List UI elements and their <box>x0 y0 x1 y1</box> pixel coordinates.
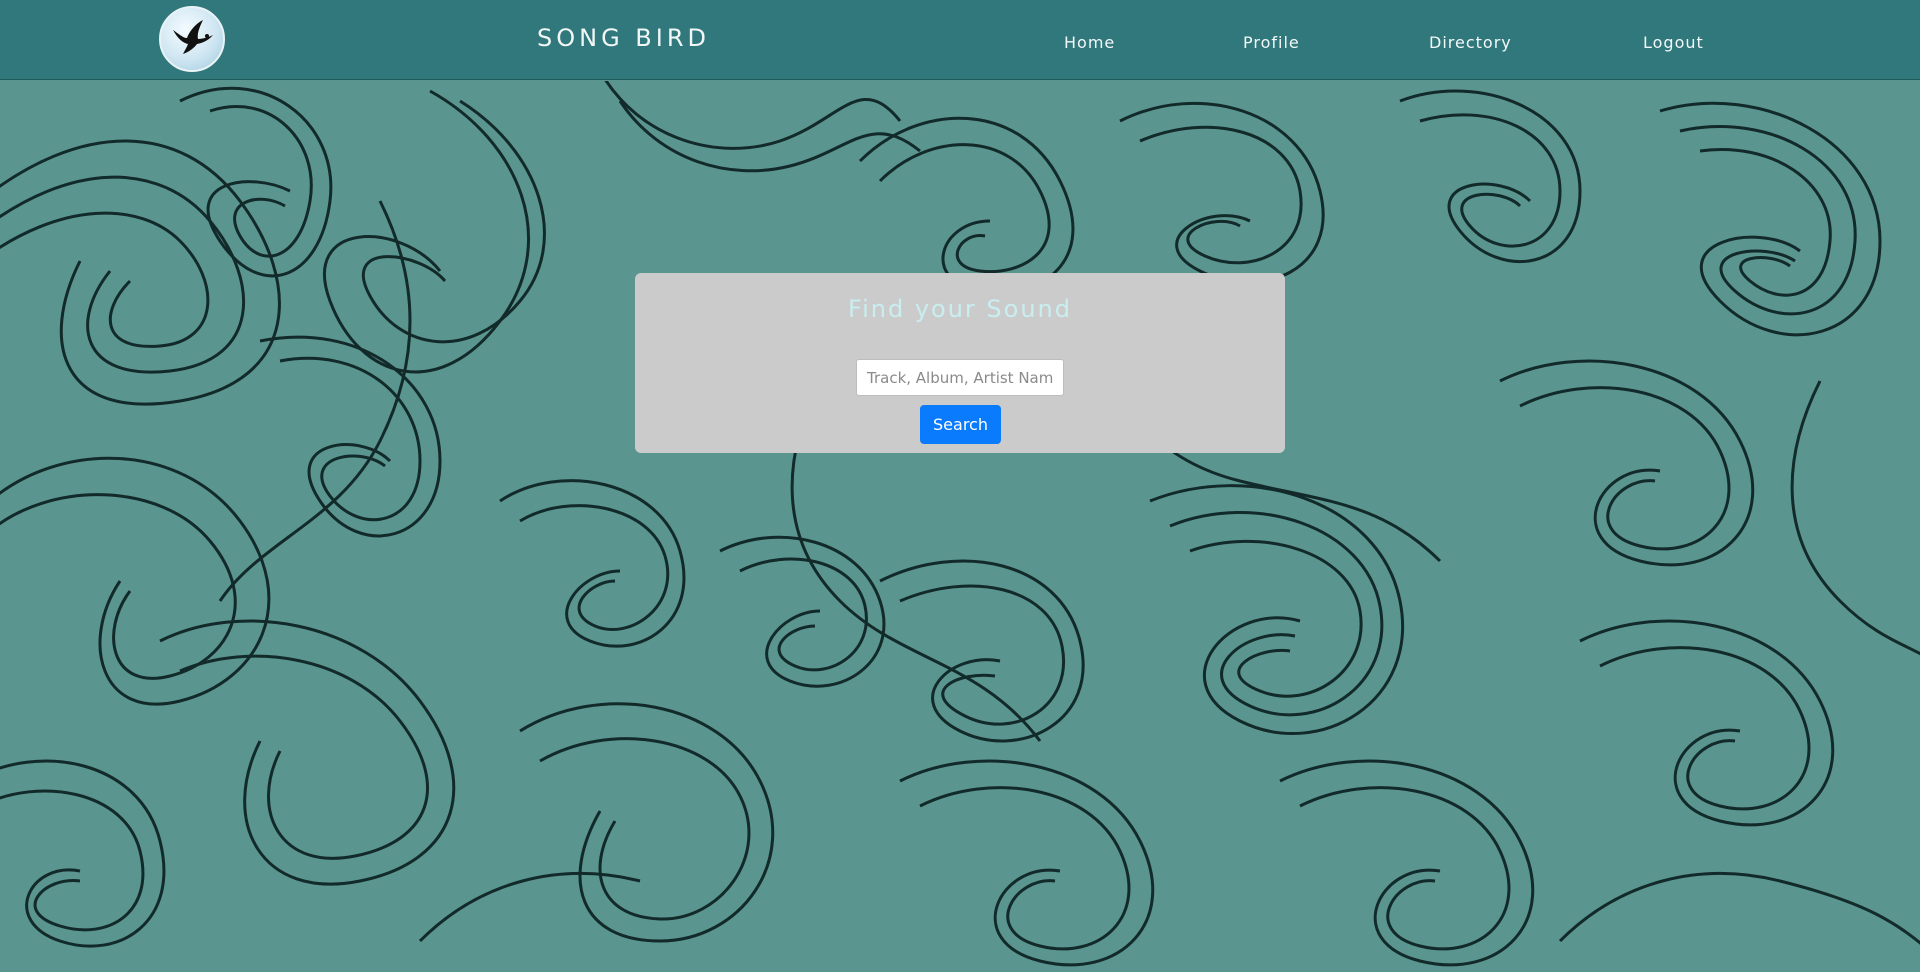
search-panel: Find your Sound Search <box>635 273 1285 453</box>
swirl-background: Find your Sound Search <box>0 81 1920 970</box>
bird-logo-icon[interactable] <box>159 6 225 72</box>
nav-profile-link[interactable]: Profile <box>1243 33 1300 52</box>
nav-home-link[interactable]: Home <box>1064 33 1115 52</box>
navbar: SONG BIRD Home Profile Directory Logout <box>0 0 1920 80</box>
nav-logout-link[interactable]: Logout <box>1643 33 1704 52</box>
bird-silhouette-icon <box>173 20 213 54</box>
swirl-pattern-image <box>0 81 1920 967</box>
search-button[interactable]: Search <box>920 405 1001 444</box>
search-panel-title: Find your Sound <box>848 295 1072 323</box>
search-input[interactable] <box>856 359 1064 396</box>
nav-directory-link[interactable]: Directory <box>1429 33 1512 52</box>
site-title: SONG BIRD <box>537 24 711 52</box>
